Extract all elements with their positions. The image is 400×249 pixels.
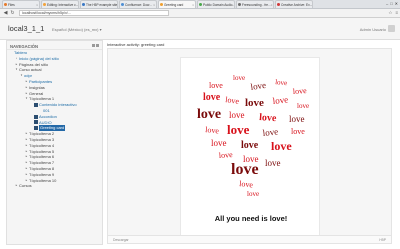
h5p-activity-icon [34,114,38,119]
collapsed-arrow-icon[interactable]: ▸ [15,183,18,189]
love-word: love [203,92,221,103]
maximize-icon[interactable]: □ [390,1,392,6]
browser-address-bar: ◀ ↻ localhost/local/mycms/h5p/x/... ☆ ≡ [0,9,400,18]
reload-icon[interactable]: ↻ [9,10,16,17]
browser-tab[interactable]: Creative Archive: Ex...× [275,0,313,8]
love-word: love [272,94,288,106]
browser-tab-label: Editing: Interactive c... [47,2,79,7]
bookmark-star-icon[interactable]: ☆ [388,10,392,16]
nav-tree-item-label: Tópicoltema 10 [29,177,57,183]
close-window-icon[interactable]: ✕ [395,1,398,6]
back-icon[interactable]: ◀ [2,10,9,17]
browser-tab-label: Public Domain Audio... [203,2,235,7]
tab-favicon-icon [160,3,163,6]
tab-close-icon[interactable]: × [192,3,194,7]
love-word: love [250,80,267,92]
love-word: love [209,81,223,90]
love-word: love [211,138,227,148]
tab-favicon-icon [121,3,124,6]
tab-favicon-icon [43,3,46,6]
greeting-card-caption: All you need is love! [214,214,288,223]
browser-tab[interactable]: Public Domain Audio...× [197,0,235,8]
dock-icon[interactable] [92,44,95,47]
navigation-tree: Tablero • Inicio (página) del sitio ▸ Página… [7,50,102,189]
download-link[interactable]: Descargar [113,238,129,242]
love-word: love [231,161,259,178]
expanded-arrow-icon[interactable]: ▾ [15,67,18,73]
love-word: love [197,107,221,122]
love-word: love [227,122,250,137]
love-word: love [219,150,234,160]
h5p-logo[interactable]: H5P [379,238,386,242]
browser-tab-label: Greeting card [164,2,184,7]
browser-tab-label: Confluence: Dow... [125,2,152,7]
window-controls: – □ ✕ [386,1,398,6]
love-word: love [239,179,254,189]
avatar[interactable] [388,25,395,32]
language-menu[interactable]: Español (México) (es_mx) ▾ [52,27,102,32]
page-title: Interactive activity: greeting card [107,42,165,47]
browser-tab-label: Freesounding - fre... [242,2,271,7]
site-name[interactable]: local3_1_1 [8,24,44,33]
tab-favicon-icon [82,3,85,6]
tab-close-icon[interactable]: × [312,3,313,7]
love-word: love [233,74,245,82]
love-word: love [291,127,305,136]
h5p-footer: Descargar H5P [108,235,391,243]
browser-tab-bar: Files×Editing: Interactive c...×The H5P … [0,0,400,9]
h5p-activity-icon [34,103,38,108]
browser-tab-label: Creative Archive: Ex... [281,2,313,7]
minimize-icon[interactable]: – [386,1,388,6]
love-word: love [271,139,292,153]
love-word: love [293,86,308,96]
love-word: love [289,114,305,124]
browser-tab-label: The H5P example site... [86,2,118,7]
love-word-heart-image: lovelove love lovelovelove love love lovelove… [197,74,309,198]
love-word: love [225,95,240,106]
expanded-arrow-icon[interactable]: ▾ [20,73,23,79]
love-word: love [229,110,245,120]
browser-menu-icon[interactable]: ≡ [395,10,398,16]
url-input[interactable]: localhost/local/mycms/h5p/x/... [19,10,169,16]
h5p-activity-icon [34,126,38,131]
tab-close-icon[interactable]: × [36,3,38,7]
navigation-block-title: NAVEGACIÓN [7,41,102,50]
browser-tab[interactable]: Freesounding - fre... × [236,0,274,8]
user-menu[interactable]: Admin Usuario [360,27,386,32]
tab-favicon-icon [199,3,202,6]
love-word: love [259,112,278,124]
love-word: love [241,140,259,151]
tab-favicon-icon [277,3,280,6]
love-word: love [275,78,288,87]
tab-favicon-icon [238,3,241,6]
tab-favicon-icon [4,3,7,6]
tab-close-icon[interactable]: × [153,3,155,7]
browser-tab[interactable]: Editing: Interactive c...× [41,0,79,8]
tab-close-icon[interactable]: × [78,3,79,7]
navigation-block: NAVEGACIÓN Tablero • Inicio (página) del s… [6,40,103,245]
love-word: love [247,190,259,198]
nav-tree-item-label: Cursos [19,183,32,189]
love-word: love [262,126,278,138]
nav-tree-item[interactable]: ▸ Cursos [7,183,102,189]
love-word: love [245,97,264,109]
love-word: love [297,102,309,110]
h5p-activity-icon [34,120,38,125]
browser-tab-label: Files [8,2,15,7]
browser-tab[interactable]: Confluence: Dow... × [119,0,157,8]
love-word: love [205,125,220,135]
browser-tab[interactable]: The H5P example site... × [80,0,118,8]
gear-icon[interactable] [96,44,99,47]
browser-tab[interactable]: Files × [2,0,40,8]
tab-close-icon[interactable]: × [271,3,273,7]
browser-tab[interactable]: Greeting card × [158,0,196,8]
h5p-content-area: love love love love love love love love love love… [107,48,392,244]
block-controls[interactable] [92,44,99,47]
expanded-arrow-icon[interactable]: ▾ [25,96,28,102]
greeting-card: love love love love love love love love love love… [180,57,320,239]
love-word: love [265,158,281,168]
site-header: local3_1_1 Español (México) (es_mx) ▾ Ad… [0,18,400,40]
